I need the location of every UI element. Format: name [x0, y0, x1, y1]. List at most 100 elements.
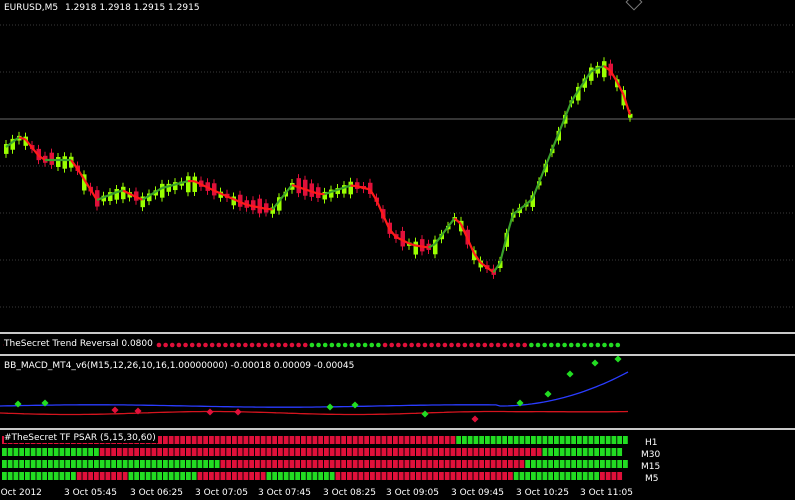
psar-cell: [278, 448, 283, 456]
psar-cell: [237, 472, 243, 480]
psar-cell: [312, 460, 318, 468]
psar-cell: [65, 448, 71, 456]
psar-cell: [272, 436, 278, 444]
psar-cell: [168, 436, 174, 444]
psar-cell: [427, 472, 433, 480]
psar-cell: [335, 436, 341, 444]
macd-pane[interactable]: BB_MACD_MT4_v6(M15,12,26,10,16,1.0000000…: [0, 356, 795, 428]
psar-cell: [416, 448, 421, 456]
trend-dot: [369, 342, 375, 348]
trend-dot: [475, 342, 481, 348]
trend-dot: [376, 342, 381, 348]
psar-cell: [358, 460, 364, 468]
trend-dot: [276, 342, 281, 348]
psar-cell: [163, 472, 168, 480]
trend-dot: [535, 342, 541, 348]
psar-cell: [255, 448, 260, 456]
trend-dot: [482, 342, 488, 348]
psar-cell: [531, 472, 536, 480]
psar-cell: [197, 460, 203, 468]
psar-cell: [122, 448, 128, 456]
psar-cell: [42, 448, 48, 456]
psar-cell: [151, 460, 157, 468]
psar-cell: [421, 448, 427, 456]
psar-cell: [266, 460, 272, 468]
trend-dot: [243, 342, 248, 348]
trend-dot: [522, 342, 527, 348]
psar-cell: [571, 472, 577, 480]
trend-dot: [342, 342, 348, 348]
psar-cell: [623, 460, 628, 468]
psar-cell: [283, 448, 289, 456]
psar-cell: [364, 472, 370, 480]
psar-cell: [186, 460, 191, 468]
psar-cell: [387, 448, 393, 456]
psar-cell: [324, 436, 329, 444]
tf-label-m5: M5: [645, 474, 659, 484]
psar-cell: [157, 460, 163, 468]
psar-cell: [617, 460, 623, 468]
macd-marker: [544, 390, 552, 398]
psar-cell: [571, 460, 577, 468]
psar-cell: [421, 436, 427, 444]
psar-cell: [249, 448, 255, 456]
price-chart-pane[interactable]: EURUSD,M5 1.2918 1.2918 1.2915 1.2915: [0, 0, 795, 332]
psar-cell: [496, 436, 502, 444]
psar-cell: [134, 460, 140, 468]
trend-dot: [455, 342, 461, 348]
psar-cell: [260, 436, 266, 444]
psar-cell: [82, 448, 88, 456]
trend-dot: [236, 342, 242, 348]
trend-dot: [529, 342, 534, 348]
psar-cell: [456, 436, 462, 444]
psar-cell: [565, 436, 571, 444]
psar-cell: [13, 460, 19, 468]
psar-cell: [71, 472, 76, 480]
candle-body: [62, 156, 67, 169]
psar-cell: [2, 472, 7, 480]
psar-cell: [36, 460, 42, 468]
moving-average-segment: [421, 245, 429, 249]
psar-cell: [48, 472, 53, 480]
trend-dot: [296, 342, 301, 348]
psar-cell: [398, 448, 404, 456]
time-label: 3 Oct 06:25: [130, 488, 183, 498]
psar-cell: [145, 472, 151, 480]
psar-cell: [128, 472, 134, 480]
psar-cell: [490, 460, 496, 468]
psar-cell: [433, 472, 439, 480]
psar-cell: [485, 472, 490, 480]
psar-cell: [381, 472, 387, 480]
macd-marker: [111, 406, 119, 414]
psar-cell: [410, 436, 416, 444]
psar-cell: [370, 472, 375, 480]
psar-cell: [214, 448, 220, 456]
psar-cell: [594, 448, 600, 456]
psar-cell: [71, 448, 76, 456]
trend-dot: [549, 342, 554, 348]
psar-cell: [352, 460, 358, 468]
psar-cell: [381, 448, 387, 456]
psar-cell: [151, 448, 157, 456]
psar-cell: [479, 436, 485, 444]
psar-cell: [157, 472, 163, 480]
trend-dot: [429, 342, 434, 348]
psar-cell: [226, 460, 232, 468]
psar-cell: [582, 472, 588, 480]
trend-dot: [509, 342, 514, 348]
psar-cell: [456, 448, 462, 456]
trend-dot: [449, 342, 454, 348]
psar-pane[interactable]: #TheSecret TF PSAR (5,15,30,60) H1 M30 M…: [0, 430, 795, 486]
psar-cell: [393, 436, 398, 444]
macd-marker: [591, 359, 599, 367]
psar-cell: [611, 472, 617, 480]
psar-cell: [341, 460, 347, 468]
trend-dot: [608, 342, 614, 348]
trend-dot: [189, 342, 195, 348]
trend-reversal-pane[interactable]: TheSecret Trend Reversal 0.0800: [0, 334, 795, 354]
psar-cell: [203, 436, 209, 444]
psar-cell: [536, 460, 542, 468]
time-label: 3 Oct 05:45: [64, 488, 117, 498]
psar-cell: [600, 460, 605, 468]
psar-cell: [513, 460, 519, 468]
